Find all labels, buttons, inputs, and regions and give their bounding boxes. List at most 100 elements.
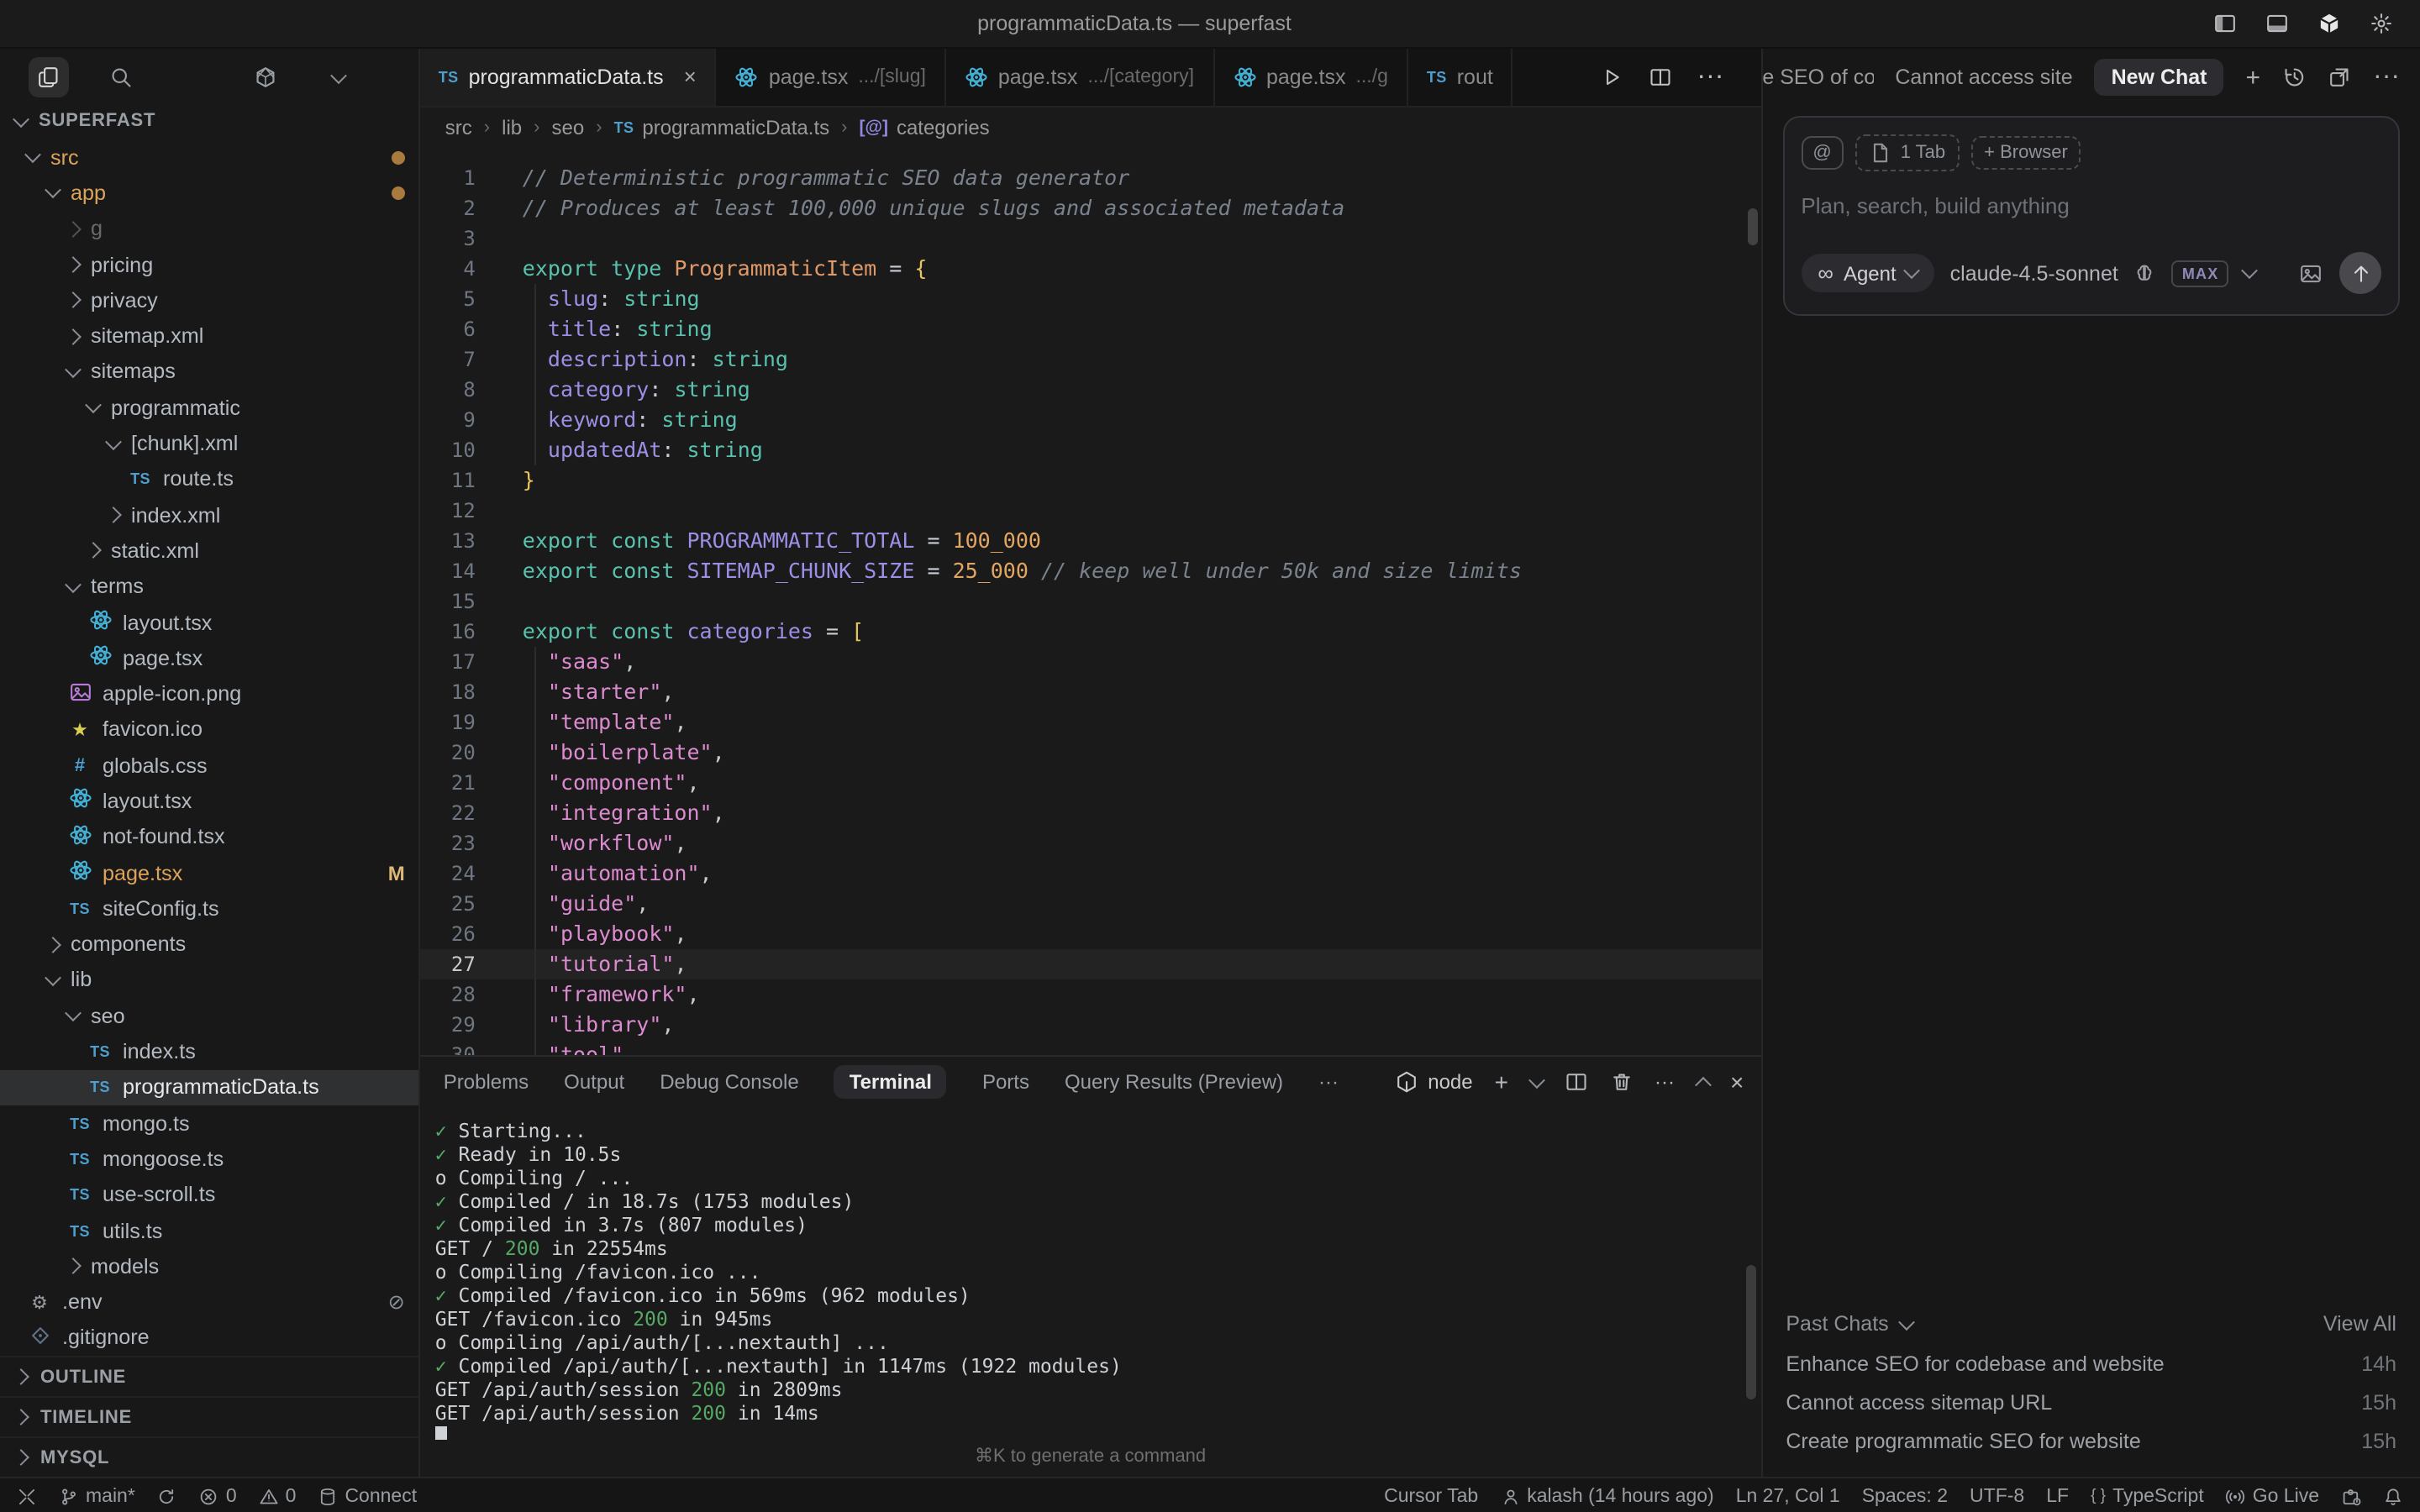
chat-history-tab[interactable]: Cannot access site: [1895, 66, 2072, 89]
chat-input-box[interactable]: @1 Tab+ Browser Plan, search, build anyt…: [1782, 116, 2400, 316]
explorer-root-header[interactable]: SUPERFAST: [0, 102, 418, 139]
more-icon[interactable]: ···: [1697, 64, 1723, 91]
tree-item-mongoose.ts[interactable]: TSmongoose.ts: [0, 1142, 418, 1178]
activity-search[interactable]: [101, 57, 141, 97]
tree-item-.gitignore[interactable]: .gitignore: [0, 1320, 418, 1357]
tree-item-apple-icon.png[interactable]: apple-icon.png: [0, 676, 418, 712]
trash-icon[interactable]: [1609, 1071, 1633, 1095]
terminal-output[interactable]: ✓ Starting...✓ Ready in 10.5so Compiling…: [420, 1109, 1761, 1440]
sidebar-section-mysql[interactable]: MYSQL: [0, 1436, 418, 1477]
chat-input-placeholder[interactable]: Plan, search, build anything: [1801, 193, 2381, 218]
cube-icon[interactable]: [2317, 12, 2341, 35]
breadcrumb-item-categories[interactable]: [@]categories: [859, 116, 989, 139]
past-chats-title[interactable]: Past Chats: [1786, 1312, 1888, 1336]
tree-item-utils.ts[interactable]: TSutils.ts: [0, 1213, 418, 1249]
sidebar-section-timeline[interactable]: TIMELINE: [0, 1396, 418, 1436]
status-spaces-2[interactable]: Spaces: 2: [1862, 1486, 1948, 1506]
activity-files[interactable]: [29, 57, 69, 97]
tree-item-programmaticData.ts[interactable]: TSprogrammaticData.ts: [0, 1069, 418, 1105]
activity-chevron-down[interactable]: [318, 57, 358, 97]
tree-item-app[interactable]: app: [0, 176, 418, 212]
code-line-29[interactable]: 29 "library",: [420, 1010, 1761, 1040]
tree-item-models[interactable]: models: [0, 1248, 418, 1284]
tree-item-terms[interactable]: terms: [0, 569, 418, 605]
tree-item-chunk.xml[interactable]: [chunk].xml: [0, 426, 418, 462]
send-button[interactable]: [2339, 252, 2381, 294]
terminal-shell[interactable]: node: [1394, 1071, 1472, 1095]
status-braces[interactable]: { }TypeScript: [2091, 1486, 2204, 1506]
tree-item-page.tsx[interactable]: page.tsx: [0, 640, 418, 676]
activity-extensions[interactable]: [245, 57, 286, 97]
code-line-3[interactable]: 3: [420, 223, 1761, 254]
code-line-18[interactable]: 18 "starter",: [420, 677, 1761, 707]
tree-item-sitemaps[interactable]: sitemaps: [0, 354, 418, 391]
status-sync[interactable]: [157, 1486, 177, 1506]
tree-item-sitemap.xml[interactable]: sitemap.xml: [0, 318, 418, 354]
code-line-14[interactable]: 14export const SITEMAP_CHUNK_SIZE = 25_0…: [420, 556, 1761, 586]
tree-item-page.tsx[interactable]: page.tsxM: [0, 855, 418, 891]
code-line-13[interactable]: 13export const PROGRAMMATIC_TOTAL = 100_…: [420, 526, 1761, 556]
new-chat-icon[interactable]: +: [2246, 65, 2261, 90]
editor-tab-programmaticData.ts[interactable]: TSprogrammaticData.ts×: [420, 49, 717, 106]
tree-item-not-found.tsx[interactable]: not-found.tsx: [0, 819, 418, 855]
breadcrumb-item-programmaticData.ts[interactable]: TSprogrammaticData.ts: [614, 116, 830, 139]
code-editor[interactable]: 1// Deterministic programmatic SEO data …: [420, 148, 1761, 1055]
tree-item-layout.tsx[interactable]: layout.tsx: [0, 784, 418, 820]
panel-tab-ports[interactable]: Ports: [982, 1071, 1029, 1095]
model-selector[interactable]: claude-4.5-sonnet: [1950, 261, 2118, 285]
breadcrumb-item-seo[interactable]: seo: [552, 116, 585, 139]
tree-item-static.xml[interactable]: static.xml: [0, 533, 418, 570]
tree-item-globals.css[interactable]: #globals.css: [0, 748, 418, 784]
history-icon[interactable]: [2282, 66, 2306, 89]
panel-tab-debug-console[interactable]: Debug Console: [660, 1071, 798, 1095]
editor-scrollbar[interactable]: [1747, 208, 1757, 245]
code-line-9[interactable]: 9 keyword: string: [420, 405, 1761, 435]
status-database[interactable]: Connect: [318, 1486, 417, 1506]
past-chat-item[interactable]: Create programmatic SEO for website15h: [1786, 1421, 2396, 1460]
tree-item-mongo.ts[interactable]: TSmongo.ts: [0, 1105, 418, 1142]
tree-item-.env[interactable]: ⚙.env⊘: [0, 1284, 418, 1320]
chevron-down-icon[interactable]: [1528, 1072, 1544, 1089]
mention-button[interactable]: @: [1801, 136, 1843, 170]
terminal-scrollbar[interactable]: [1745, 1265, 1755, 1399]
code-line-12[interactable]: 12: [420, 496, 1761, 526]
tree-item-route.ts[interactable]: TSroute.ts: [0, 461, 418, 497]
status-person[interactable]: kalash (14 hours ago): [1500, 1486, 1713, 1506]
code-line-16[interactable]: 16export const categories = [: [420, 617, 1761, 647]
status-remote[interactable]: [17, 1486, 37, 1506]
split-icon[interactable]: [1564, 1071, 1587, 1095]
sidebar-section-outline[interactable]: OUTLINE: [0, 1356, 418, 1396]
view-all-link[interactable]: View All: [2323, 1312, 2396, 1336]
browser-context-pill[interactable]: + Browser: [1970, 136, 2081, 170]
code-line-5[interactable]: 5 slug: string: [420, 284, 1761, 314]
code-line-2[interactable]: 2// Produces at least 100,000 unique slu…: [420, 193, 1761, 223]
open-in-editor-icon[interactable]: [2328, 66, 2351, 89]
agent-mode-dropdown[interactable]: ∞Agent: [1801, 254, 1934, 292]
status-ln-27-col-1[interactable]: Ln 27, Col 1: [1736, 1486, 1840, 1506]
maximize-panel-icon[interactable]: [1694, 1077, 1711, 1094]
tree-item-components[interactable]: components: [0, 927, 418, 963]
new-terminal-icon[interactable]: +: [1495, 1071, 1508, 1095]
tree-item-pricing[interactable]: pricing: [0, 247, 418, 283]
close-panel-icon[interactable]: ×: [1730, 1071, 1744, 1095]
panel-tab-query-results-preview-[interactable]: Query Results (Preview): [1065, 1071, 1283, 1095]
code-line-20[interactable]: 20 "boilerplate",: [420, 738, 1761, 768]
activity-source-control[interactable]: [173, 57, 213, 97]
code-line-25[interactable]: 25 "guide",: [420, 889, 1761, 919]
code-line-27[interactable]: 27 "tutorial",: [420, 949, 1761, 979]
tree-item-g[interactable]: g: [0, 211, 418, 247]
tree-item-programmatic[interactable]: programmatic: [0, 390, 418, 426]
editor-tab-page.tsx[interactable]: page.tsx.../[category]: [946, 49, 1214, 106]
status-branch[interactable]: main*: [59, 1486, 135, 1506]
panel-tab-terminal[interactable]: Terminal: [834, 1066, 947, 1100]
code-line-19[interactable]: 19 "template",: [420, 707, 1761, 738]
code-line-11[interactable]: 11}: [420, 465, 1761, 496]
breadcrumb-item-src[interactable]: src: [445, 116, 472, 139]
code-line-26[interactable]: 26 "playbook",: [420, 919, 1761, 949]
attach-image-icon[interactable]: [2299, 261, 2323, 285]
code-line-23[interactable]: 23 "workflow",: [420, 828, 1761, 858]
max-mode-badge[interactable]: MAX: [2172, 260, 2229, 286]
code-line-6[interactable]: 6 title: string: [420, 314, 1761, 344]
code-line-15[interactable]: 15: [420, 586, 1761, 617]
past-chat-item[interactable]: Cannot access sitemap URL15h: [1786, 1383, 2396, 1421]
